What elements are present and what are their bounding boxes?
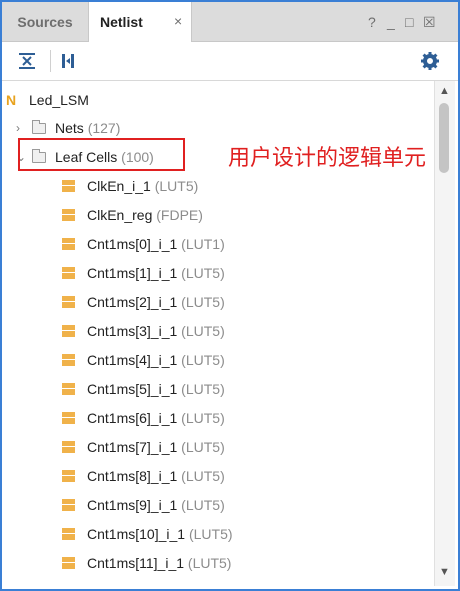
cell-name: Cnt1ms[6]_i_1 — [87, 410, 178, 426]
leaf-cell-row[interactable]: Cnt1ms[9]_i_1 (LUT5) — [62, 494, 225, 516]
tab-sources[interactable]: Sources — [2, 2, 88, 41]
highlight-box — [18, 138, 185, 171]
lut-cell-icon — [62, 180, 75, 192]
lut-cell-icon — [62, 470, 75, 482]
tree-item-nets[interactable]: › Nets (127) — [16, 117, 120, 139]
lut-cell-icon — [62, 238, 75, 250]
cell-type: (LUT1) — [181, 236, 225, 252]
lut-cell-icon — [62, 412, 75, 424]
annotation-text: 用户设计的逻辑单元 — [228, 146, 427, 171]
gear-icon[interactable] — [419, 50, 441, 72]
leaf-cell-row[interactable]: Cnt1ms[6]_i_1 (LUT5) — [62, 407, 225, 429]
cell-type: (LUT5) — [181, 294, 225, 310]
lut-cell-icon — [62, 383, 75, 395]
leaf-cell-row[interactable]: Cnt1ms[4]_i_1 (LUT5) — [62, 349, 225, 371]
lut-cell-icon — [62, 557, 75, 569]
tab-sources-label: Sources — [17, 13, 73, 30]
scroll-down-icon[interactable]: ▼ — [439, 566, 450, 578]
lut-cell-icon — [62, 296, 75, 308]
cell-type: (LUT5) — [181, 265, 225, 281]
cell-type: (FDPE) — [156, 207, 203, 223]
vertical-scrollbar[interactable]: ▲ ▼ — [434, 81, 455, 586]
cell-type: (LUT5) — [181, 410, 225, 426]
lut-cell-icon — [62, 209, 75, 221]
root-label: Led_LSM — [29, 92, 89, 108]
tab-netlist[interactable]: Netlist × — [88, 2, 192, 42]
leaf-cell-row[interactable]: Cnt1ms[3]_i_1 (LUT5) — [62, 320, 225, 342]
lut-cell-icon — [62, 267, 75, 279]
folder-icon — [32, 119, 46, 134]
cell-type: (LUT5) — [181, 381, 225, 397]
cell-name: Cnt1ms[8]_i_1 — [87, 468, 178, 484]
cell-name: Cnt1ms[9]_i_1 — [87, 497, 178, 513]
scroll-thumb[interactable] — [439, 103, 449, 173]
cell-type: (LUT5) — [181, 439, 225, 455]
minimize-icon[interactable]: _ — [387, 14, 395, 30]
cell-name: Cnt1ms[10]_i_1 — [87, 526, 186, 542]
cell-type: (LUT5) — [181, 352, 225, 368]
cell-name: Cnt1ms[1]_i_1 — [87, 265, 178, 281]
leaf-cell-row[interactable]: Cnt1ms[2]_i_1 (LUT5) — [62, 291, 225, 313]
leaf-cell-row[interactable]: Cnt1ms[5]_i_1 (LUT5) — [62, 378, 225, 400]
cell-name: Cnt1ms[3]_i_1 — [87, 323, 178, 339]
cell-type: (LUT5) — [154, 178, 199, 194]
help-icon[interactable]: ? — [368, 14, 376, 30]
scroll-up-icon[interactable]: ▲ — [439, 85, 450, 97]
lut-cell-icon — [62, 528, 75, 540]
restore-icon[interactable]: □ — [405, 14, 413, 30]
lut-cell-icon — [62, 499, 75, 511]
close-tab-icon[interactable]: × — [174, 13, 182, 29]
cell-type: (LUT5) — [181, 323, 225, 339]
toolbar-separator — [50, 50, 51, 72]
collapse-all-icon[interactable] — [16, 50, 38, 72]
cell-type: (LUT5) — [181, 468, 225, 484]
cell-name: Cnt1ms[11]_i_1 — [87, 555, 185, 571]
cell-name: ClkEn_i_1 — [87, 178, 151, 194]
toolbar — [2, 42, 458, 81]
leaf-cell-row[interactable]: Cnt1ms[0]_i_1 (LUT1) — [62, 233, 225, 255]
cell-type: (LUT5) — [181, 497, 225, 513]
leaf-cell-row[interactable]: Cnt1ms[1]_i_1 (LUT5) — [62, 262, 225, 284]
cell-name: Cnt1ms[0]_i_1 — [87, 236, 178, 252]
close-panel-icon[interactable]: ☒ — [423, 14, 436, 31]
cell-name: Cnt1ms[2]_i_1 — [87, 294, 178, 310]
lut-cell-icon — [62, 354, 75, 366]
leaf-cell-row[interactable]: Cnt1ms[10]_i_1 (LUT5) — [62, 523, 233, 545]
cell-type: (LUT5) — [187, 555, 232, 571]
cell-type: (LUT5) — [188, 526, 233, 542]
cell-name: Cnt1ms[4]_i_1 — [87, 352, 178, 368]
lut-cell-icon — [62, 325, 75, 337]
tab-netlist-label: Netlist — [100, 14, 143, 30]
cell-name: ClkEn_reg — [87, 207, 153, 223]
nets-label: Nets — [55, 120, 84, 136]
expand-hierarchy-icon[interactable] — [58, 50, 80, 72]
leaf-cell-row[interactable]: Cnt1ms[7]_i_1 (LUT5) — [62, 436, 225, 458]
cell-name: Cnt1ms[5]_i_1 — [87, 381, 178, 397]
leaf-cell-row[interactable]: ClkEn_reg (FDPE) — [62, 204, 203, 226]
chevron-right-icon[interactable]: › — [16, 121, 32, 135]
tab-bar: Sources Netlist × ? _ □ ☒ — [2, 2, 458, 42]
leaf-cell-row[interactable]: ClkEn_i_1 (LUT5) — [62, 175, 198, 197]
leaf-cell-row[interactable]: Cnt1ms[8]_i_1 (LUT5) — [62, 465, 225, 487]
tree-root-led-lsm[interactable]: N Led_LSM — [6, 89, 89, 111]
leaf-cell-row[interactable]: Cnt1ms[11]_i_1 (LUT5) — [62, 552, 231, 574]
lut-cell-icon — [62, 441, 75, 453]
cell-name: Cnt1ms[7]_i_1 — [87, 439, 178, 455]
nets-count: (127) — [87, 120, 121, 136]
netlist-root-icon: N — [6, 92, 17, 108]
